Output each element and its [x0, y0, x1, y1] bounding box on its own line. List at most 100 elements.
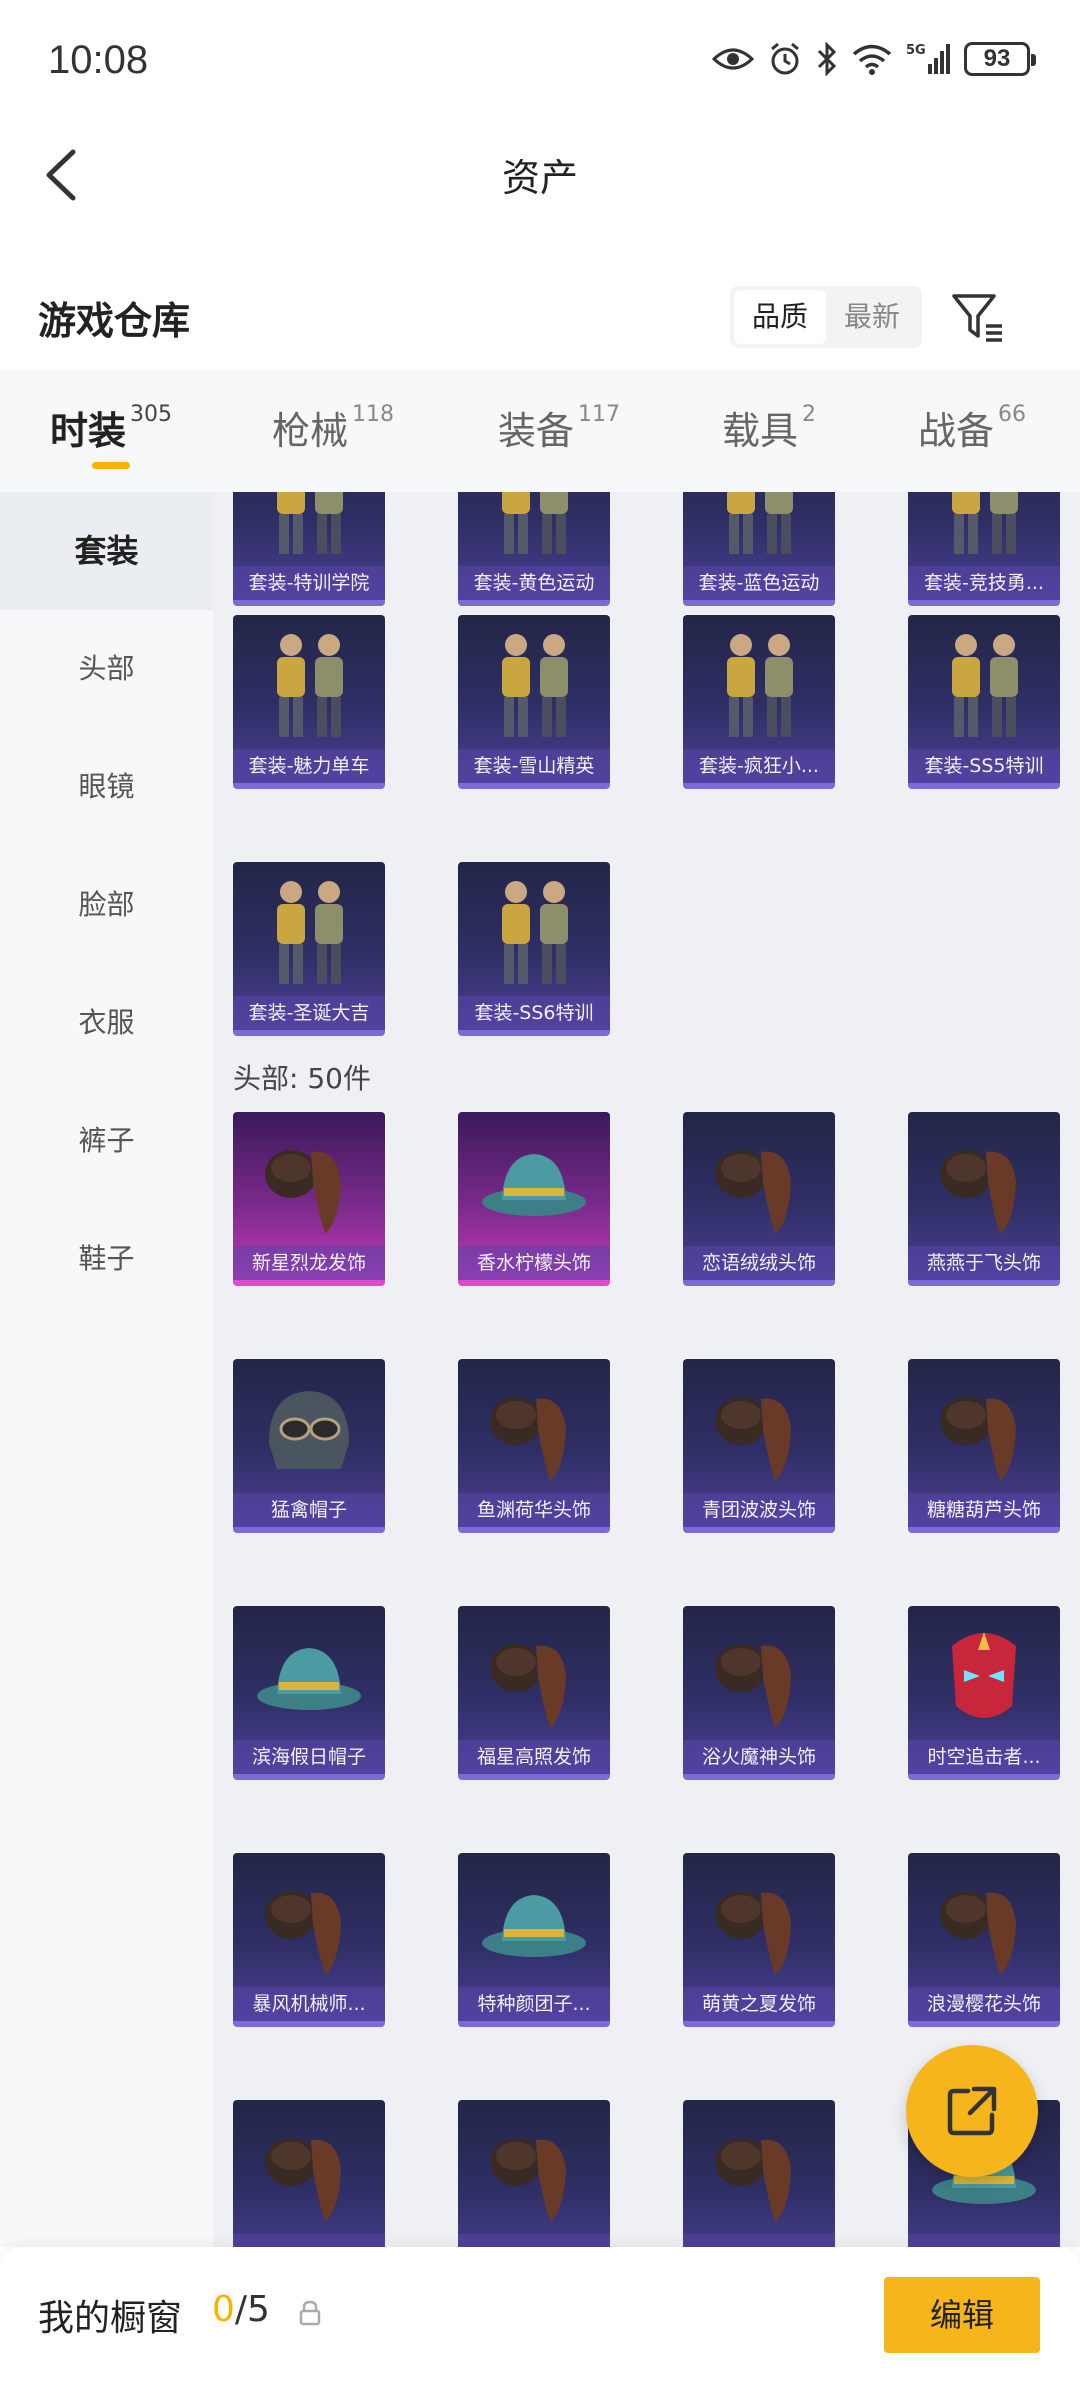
suit-card[interactable]: 套装-圣诞大吉 [233, 862, 385, 1036]
hat-icon [458, 1853, 610, 1989]
suit-card[interactable]: 套装-竞技勇... [908, 492, 1060, 606]
head-item-card[interactable]: 浴火魔神头饰 [683, 1606, 835, 1780]
battery-icon: 93 [964, 42, 1036, 76]
category-tabs: 时装 305 枪械 118 装备 117 载具 2 战备 66 [0, 370, 1080, 492]
item-label: 香水柠檬头饰 [458, 1246, 610, 1280]
side-item-face[interactable]: 脸部 [0, 846, 213, 964]
svg-text:5G: 5G [906, 43, 926, 58]
outfit-icon [233, 492, 385, 568]
item-label: 套装-疯狂小... [683, 749, 835, 783]
item-label: 萌黄之夏发饰 [683, 1987, 835, 2021]
nav-bar: 资产 [0, 125, 1080, 225]
head-item-card[interactable]: 猛禽帽子 [233, 1359, 385, 1533]
item-label: 特种颜团子... [458, 1987, 610, 2021]
head-item-card[interactable]: 香水柠檬头饰 [458, 1112, 610, 1286]
head-item-card[interactable] [683, 2100, 835, 2247]
outfit-icon [908, 492, 1060, 568]
suit-card[interactable]: 套装-疯狂小... [683, 615, 835, 789]
side-item-pants[interactable]: 裤子 [0, 1082, 213, 1200]
head-item-card[interactable]: 新星烈龙发饰 [233, 1112, 385, 1286]
item-label: 时空追击者... [908, 1740, 1060, 1774]
item-label [233, 2234, 385, 2247]
item-grid: 头部: 50件 套装-特训学院 套装-黄色运动 套装-蓝色运动 套装-竞技勇... 套装… [213, 492, 1080, 2247]
suit-card[interactable]: 套装-SS5特训 [908, 615, 1060, 789]
hat-icon [458, 1112, 610, 1248]
side-item-head[interactable]: 头部 [0, 610, 213, 728]
tab-weapons[interactable]: 枪械 118 [272, 400, 394, 455]
item-label: 恋语绒绒头饰 [683, 1246, 835, 1280]
item-label: 套装-SS5特训 [908, 749, 1060, 783]
head-item-card[interactable]: 恋语绒绒头饰 [683, 1112, 835, 1286]
tab-vehicles[interactable]: 载具 2 [722, 400, 816, 455]
head-item-card[interactable]: 特种颜团子... [458, 1853, 610, 2027]
head-item-card[interactable]: 暴风机械师... [233, 1853, 385, 2027]
edit-button[interactable]: 编辑 [884, 2277, 1040, 2353]
content-area: 套装 头部 眼镜 脸部 衣服 裤子 鞋子 头部: 50件 套装-特训学院 套装-黄… [0, 492, 1080, 2247]
section-header: 游戏仓库 品质 最新 [0, 260, 1080, 370]
suit-card[interactable]: 套装-特训学院 [233, 492, 385, 606]
item-label: 糖糖葫芦头饰 [908, 1493, 1060, 1527]
head-item-card[interactable]: 时空追击者... [908, 1606, 1060, 1780]
head-item-card[interactable]: 滨海假日帽子 [233, 1606, 385, 1780]
head-item-card[interactable]: 青团波波头饰 [683, 1359, 835, 1533]
hair-icon [233, 1112, 385, 1248]
item-label: 燕燕于飞头饰 [908, 1246, 1060, 1280]
signal-icon: 5G [906, 43, 950, 74]
filter-button[interactable] [948, 288, 1008, 348]
side-item-shoes[interactable]: 鞋子 [0, 1200, 213, 1318]
share-button[interactable] [906, 2045, 1038, 2177]
hair-icon [458, 1359, 610, 1495]
tab-label: 时装 [50, 409, 127, 453]
showcase-total: /5 [234, 2289, 270, 2330]
outfit-icon [233, 862, 385, 998]
tab-label: 战备 [918, 409, 995, 453]
head-item-card[interactable]: 糖糖葫芦头饰 [908, 1359, 1060, 1533]
item-label [683, 2234, 835, 2247]
mask-icon [908, 1606, 1060, 1742]
sort-option-quality[interactable]: 品质 [734, 290, 827, 344]
hair-icon [683, 1606, 835, 1742]
hair-icon [908, 1359, 1060, 1495]
suit-card[interactable]: 套装-雪山精英 [458, 615, 610, 789]
head-item-card[interactable]: 萌黄之夏发饰 [683, 1853, 835, 2027]
tab-fashion[interactable]: 时装 305 [50, 400, 172, 455]
suit-card[interactable]: 套装-蓝色运动 [683, 492, 835, 606]
showcase-current: 0 [212, 2289, 235, 2330]
head-item-card[interactable]: 浪漫樱花头饰 [908, 1853, 1060, 2027]
side-item-glasses[interactable]: 眼镜 [0, 728, 213, 846]
wifi-icon [852, 44, 892, 75]
sort-option-latest[interactable]: 最新 [826, 290, 918, 344]
hair-icon [683, 2100, 835, 2236]
head-item-card[interactable]: 燕燕于飞头饰 [908, 1112, 1060, 1286]
head-item-card[interactable] [233, 2100, 385, 2247]
suit-card[interactable]: 套装-魅力单车 [233, 615, 385, 789]
hair-icon [233, 2100, 385, 2236]
item-label: 浪漫樱花头饰 [908, 1987, 1060, 2021]
bottom-bar: 我的橱窗 0/5 编辑 [0, 2247, 1080, 2381]
outfit-icon [908, 615, 1060, 751]
hair-icon [458, 2100, 610, 2236]
eye-icon [712, 48, 754, 70]
item-label: 套装-竞技勇... [908, 566, 1060, 600]
showcase-count: 0/5 [212, 2289, 270, 2330]
item-label: 猛禽帽子 [233, 1493, 385, 1527]
group-label-head: 头部: 50件 [233, 1062, 371, 1095]
tab-equipment[interactable]: 装备 117 [498, 400, 620, 455]
helmet-icon [233, 1359, 385, 1495]
head-item-card[interactable] [458, 2100, 610, 2247]
suit-card[interactable]: 套装-黄色运动 [458, 492, 610, 606]
side-item-clothes[interactable]: 衣服 [0, 964, 213, 1082]
tab-count: 118 [352, 402, 395, 427]
item-label: 套装-雪山精英 [458, 749, 610, 783]
tab-count: 2 [802, 402, 817, 427]
item-label: 暴风机械师... [233, 1987, 385, 2021]
head-item-card[interactable]: 福星高照发饰 [458, 1606, 610, 1780]
outfit-icon [233, 615, 385, 751]
tab-supplies[interactable]: 战备 66 [918, 400, 1026, 455]
hair-icon [683, 1853, 835, 1989]
hair-icon [683, 1112, 835, 1248]
suit-card[interactable]: 套装-SS6特训 [458, 862, 610, 1036]
side-item-suits[interactable]: 套装 [0, 492, 213, 610]
item-label: 套装-黄色运动 [458, 566, 610, 600]
head-item-card[interactable]: 鱼渊荷华头饰 [458, 1359, 610, 1533]
